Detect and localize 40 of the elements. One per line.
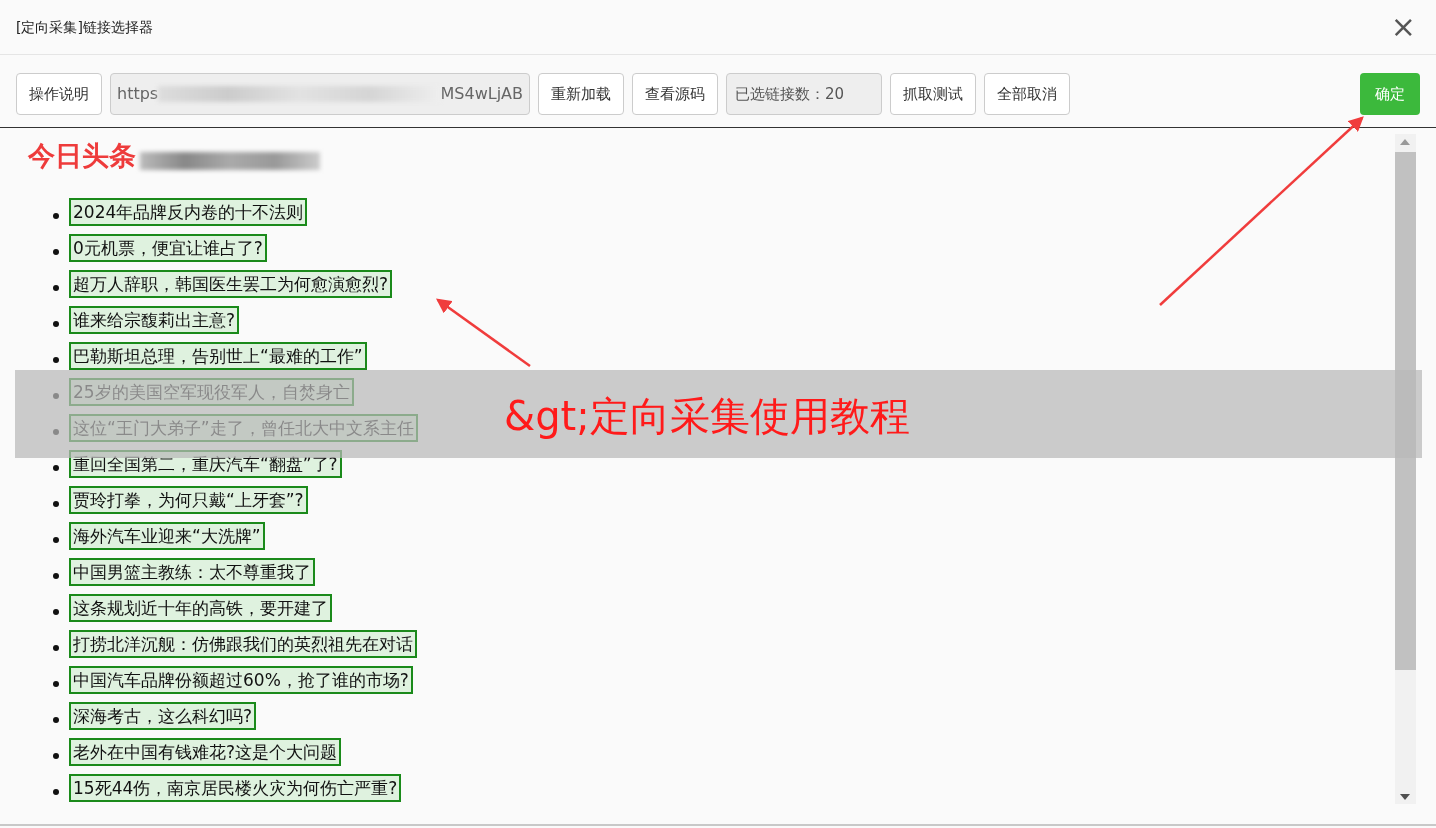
bullet-icon	[53, 789, 59, 795]
toolbar-button[interactable]: 操作说明	[16, 73, 102, 115]
banner-text: &gt;定向采集使用教程	[504, 392, 910, 441]
window-title: [定向采集]链接选择器	[16, 17, 153, 37]
bullet-icon	[53, 249, 59, 255]
bullet-icon	[53, 501, 59, 507]
toolbar-button[interactable]: 查看源码	[632, 73, 718, 115]
bullet-icon	[53, 213, 59, 219]
bullet-icon	[53, 681, 59, 687]
article-link[interactable]: 谁来给宗馥莉出主意?	[69, 306, 240, 334]
article-link[interactable]: 这条规划近十年的高铁，要开建了	[69, 594, 332, 622]
article-link[interactable]: 中国汽车品牌份额超过60%，抢了谁的市场?	[69, 666, 413, 694]
bullet-icon	[53, 645, 59, 651]
bullet-icon	[53, 321, 59, 327]
bullet-icon	[53, 285, 59, 291]
article-link[interactable]: 超万人辞职，韩国医生罢工为何愈演愈烈?	[69, 270, 393, 298]
article-link[interactable]: 海外汽车业迎来“大洗牌”	[69, 522, 265, 550]
url-field[interactable]: https MS4wLjAB	[110, 73, 530, 115]
article-link[interactable]: 深海考古，这么科幻吗?	[69, 702, 257, 730]
bullet-icon	[53, 537, 59, 543]
annotation-label: 今日头条	[28, 139, 136, 173]
toolbar-button[interactable]: 全部取消	[984, 73, 1070, 115]
bullet-icon	[53, 465, 59, 471]
toolbar-button[interactable]: 抓取测试	[890, 73, 976, 115]
article-link[interactable]: 0元机票，便宜让谁占了?	[69, 234, 267, 262]
article-link[interactable]: 15死44伤，南京居民楼火灾为何伤亡严重?	[69, 774, 402, 802]
article-link[interactable]: 2024年品牌反内卷的十不法则	[69, 198, 308, 226]
close-button[interactable]: ×	[1386, 12, 1420, 42]
article-link[interactable]: 打捞北洋沉舰：仿佛跟我们的英烈祖先在对话	[69, 630, 417, 658]
bullet-icon	[53, 357, 59, 363]
article-link[interactable]: 贾玲打拳，为何只戴“上牙套”?	[69, 486, 308, 514]
bullet-icon	[53, 573, 59, 579]
article-link[interactable]: 巴勒斯坦总理，告别世上“最难的工作”	[69, 342, 367, 370]
bullet-icon	[53, 717, 59, 723]
article-link[interactable]: 老外在中国有钱难花?这是个大问题	[69, 738, 342, 766]
article-link[interactable]: 中国男篮主教练：太不尊重我了	[69, 558, 315, 586]
bullet-icon	[53, 753, 59, 759]
bullet-icon	[53, 609, 59, 615]
selected-count: 已选链接数：20	[726, 73, 882, 115]
toolbar-button[interactable]: 重新加载	[538, 73, 624, 115]
